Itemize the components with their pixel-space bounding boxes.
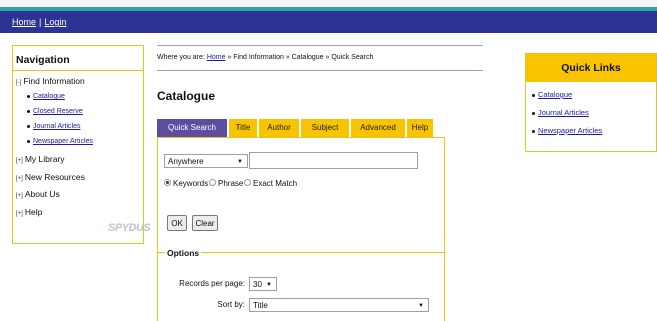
home-link[interactable]: Home [12,17,36,27]
spydus-logo: SPYDUS [108,222,151,234]
search-query-input[interactable] [249,152,418,169]
bullet-icon [27,109,30,113]
tab-title[interactable]: Title [229,119,257,137]
nav-sub-link[interactable]: Journal Articles [33,123,80,130]
tab-author[interactable]: Author [259,119,299,137]
radio-selected-icon[interactable] [164,179,171,187]
nav-sub-link[interactable]: Newspaper Articles [33,138,93,145]
quick-links-title: Quick Links [526,54,656,82]
radio-unselected-icon[interactable] [209,179,216,187]
radio-exact-match[interactable]: Exact Match [244,179,297,188]
header-links: Home | Login [12,17,66,27]
nav-item-label: Find Information [23,76,85,86]
nav-sub-closed-reserve[interactable]: Closed Reserve [27,108,83,115]
sort-by-label: Sort by: [217,300,245,309]
tab-advanced[interactable]: Advanced [351,119,405,137]
radio-unselected-icon[interactable] [244,179,251,187]
expand-icon[interactable]: [+] [16,176,23,182]
search-panel: Anywhere ▼ Keywords Phrase Exact Match O… [157,137,445,321]
nav-item-help[interactable]: [+] Help [16,207,42,217]
options-title: Options [165,248,202,258]
page-title: Catalogue [157,89,216,103]
header-separator: | [39,17,42,27]
radio-phrase[interactable]: Phrase [209,179,243,188]
collapse-icon[interactable]: [-] [16,80,21,86]
bullet-icon [532,129,535,133]
nav-item-label: New Resources [24,172,85,182]
top-strip [0,0,657,11]
navigation-title: Navigation [16,54,70,66]
quick-links-panel: Quick Links Catalogue Journal Articles N… [525,53,657,152]
quick-link-catalogue[interactable]: Catalogue [532,90,572,99]
quick-link-newspaper-articles[interactable]: Newspaper Articles [532,126,602,135]
breadcrumb: Where you are: Home » Find Information »… [157,54,373,61]
bullet-icon [532,111,535,115]
breadcrumb-prefix: Where you are: [157,54,205,61]
tab-quick-search[interactable]: Quick Search [157,119,227,137]
nav-item-new-resources[interactable]: [+] New Resources [16,172,85,182]
quick-link[interactable]: Catalogue [538,90,572,99]
nav-sub-catalogue[interactable]: Catalogue [27,93,65,100]
quick-link[interactable]: Journal Articles [538,108,589,117]
bullet-icon [27,139,30,143]
breadcrumb-trail: » Find Information » Catalogue » Quick S… [227,54,374,61]
dropdown-arrow-icon: ▼ [237,159,243,165]
records-per-page-label: Records per page: [179,279,245,288]
tab-subject[interactable]: Subject [301,119,349,137]
breadcrumb-bottom-line [157,70,483,71]
radio-keywords[interactable]: Keywords [164,179,208,188]
search-field-value: Anywhere [168,157,204,166]
sort-by-value: Title [253,301,268,310]
nav-item-label: About Us [24,189,60,199]
breadcrumb-home-link[interactable]: Home [207,54,226,61]
radio-label: Keywords [173,179,209,188]
nav-item-about-us[interactable]: [+] About Us [16,189,60,199]
bullet-icon [27,124,30,128]
bullet-icon [27,94,30,98]
nav-sub-journal-articles[interactable]: Journal Articles [27,123,80,130]
radio-label: Phrase [218,179,244,188]
records-per-page-value: 30 [253,280,262,289]
ok-button[interactable]: OK [167,215,187,231]
breadcrumb-top-line [157,45,483,46]
login-link[interactable]: Login [44,17,66,27]
search-field-select[interactable]: Anywhere ▼ [164,154,248,168]
quick-link[interactable]: Newspaper Articles [538,126,602,135]
nav-sub-link[interactable]: Catalogue [33,93,65,100]
expand-icon[interactable]: [+] [16,193,23,199]
expand-icon[interactable]: [+] [16,211,23,217]
sort-by-select[interactable]: Title ▼ [249,298,429,312]
radio-label: Exact Match [253,179,298,188]
nav-item-find-information[interactable]: [-] Find Information [16,76,85,86]
dropdown-arrow-icon: ▼ [266,282,272,288]
tab-help[interactable]: Help [407,119,433,137]
nav-item-label: Help [24,207,43,217]
clear-button[interactable]: Clear [192,215,218,231]
nav-item-label: My Library [24,154,65,164]
expand-icon[interactable]: [+] [16,158,23,164]
nav-sub-newspaper-articles[interactable]: Newspaper Articles [27,138,93,145]
nav-sub-link[interactable]: Closed Reserve [33,108,83,115]
navigation-divider [13,70,143,71]
bullet-icon [532,93,535,97]
navigation-panel: Navigation [-] Find Information Catalogue… [12,45,151,244]
nav-item-my-library[interactable]: [+] My Library [16,154,65,164]
records-per-page-select[interactable]: 30 ▼ [249,277,277,291]
quick-link-journal-articles[interactable]: Journal Articles [532,108,589,117]
dropdown-arrow-icon: ▼ [418,303,424,309]
header-bar: Home | Login [0,11,657,33]
